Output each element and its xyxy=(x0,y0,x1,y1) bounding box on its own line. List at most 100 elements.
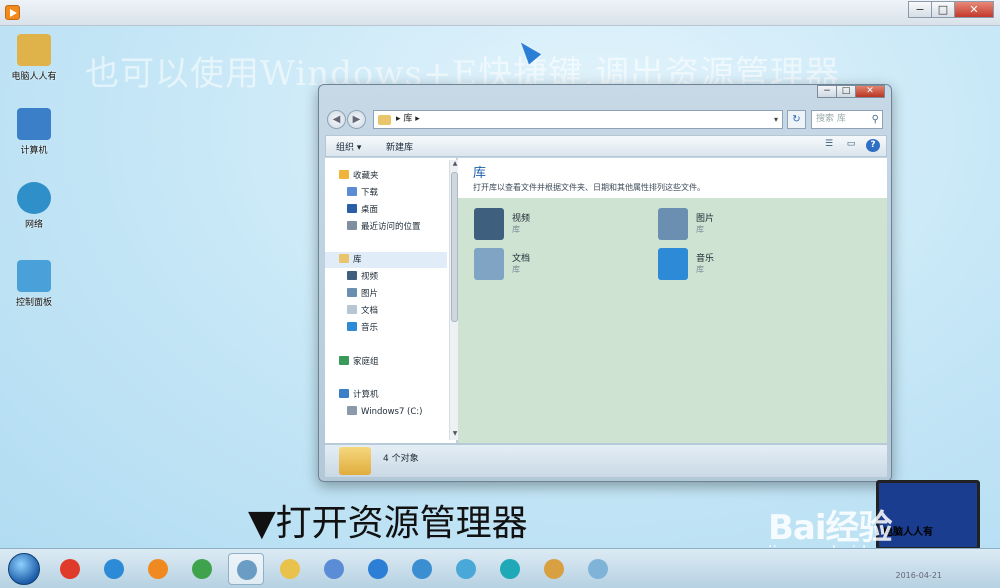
nav-label: 计算机 xyxy=(353,390,379,400)
taskbar: 2016-04-21 xyxy=(0,548,1000,588)
library-item-name: 图片 xyxy=(696,214,715,224)
nav-label: 图片 xyxy=(361,289,379,299)
chrome-icon xyxy=(192,559,212,579)
library-item-documents[interactable]: 文档 库 xyxy=(474,248,594,284)
nav-label: 下载 xyxy=(361,188,379,198)
refresh-button[interactable]: ↻ xyxy=(787,110,806,129)
picture-icon xyxy=(347,288,357,297)
ie-icon xyxy=(104,559,124,579)
taskbar-app-paint[interactable] xyxy=(536,553,572,585)
close-button[interactable]: ✕ xyxy=(954,1,994,18)
window-icon xyxy=(588,559,608,579)
nav-item-computer[interactable]: 计算机 xyxy=(339,387,459,403)
address-row: ◀ ▶ ▸ 库 ▸ ▾ ↻ 搜索 库 ⚲ xyxy=(325,109,887,131)
nav-label: 桌面 xyxy=(361,205,379,215)
music-library-icon xyxy=(658,248,688,280)
nav-item-homegroup[interactable]: 家庭组 xyxy=(339,354,459,370)
forward-button[interactable]: ▶ xyxy=(347,110,366,129)
explorer-window: − □ ✕ ◀ ▶ ▸ 库 ▸ ▾ ↻ 搜索 库 ⚲ 组织 ▾ 新建库 ☰ ▭ … xyxy=(318,84,892,482)
taskbar-app-qq-browser[interactable] xyxy=(360,553,396,585)
minimize-button[interactable]: − xyxy=(908,1,932,18)
navigation-pane: 收藏夹 下载 桌面 最近访问的位置 库 视频 图片 文档 音乐 家庭组 计算机 … xyxy=(325,158,459,443)
qq-browser-icon xyxy=(368,559,388,579)
library-icon xyxy=(339,254,349,263)
view-controls: ☰ ▭ ? xyxy=(822,139,880,152)
taskbar-app-doc[interactable] xyxy=(316,553,352,585)
computer-icon xyxy=(17,108,51,140)
details-pane: 4 个对象 xyxy=(325,445,887,477)
library-header: 库 打开库以查看文件并根据文件夹、日期和其他属性排列这些文件。 xyxy=(458,158,887,198)
organize-menu[interactable]: 组织 ▾ xyxy=(336,140,361,153)
desktop-icon-label: 计算机 xyxy=(20,146,48,156)
network-globe-icon xyxy=(17,182,51,214)
picture-library-icon xyxy=(658,208,688,240)
library-item-music[interactable]: 音乐 库 xyxy=(658,248,778,284)
document-icon xyxy=(347,305,357,314)
nav-item-libraries[interactable]: 库 xyxy=(325,252,447,268)
library-item-videos[interactable]: 视频 库 xyxy=(474,208,594,244)
star-icon xyxy=(339,170,349,179)
page-title: 库 xyxy=(473,166,487,181)
homegroup-icon xyxy=(339,356,349,365)
nav-label: 文档 xyxy=(361,306,379,316)
search-input[interactable]: 搜索 库 ⚲ xyxy=(811,110,883,129)
pinwheel-icon xyxy=(456,559,476,579)
computer-icon xyxy=(339,389,349,398)
video-icon xyxy=(347,271,357,280)
address-breadcrumb: ▸ 库 ▸ xyxy=(396,114,420,124)
start-button[interactable] xyxy=(8,553,40,585)
nav-label: 家庭组 xyxy=(353,357,379,367)
library-item-name: 文档 xyxy=(512,254,531,264)
taskbar-app-headset[interactable] xyxy=(492,553,528,585)
library-item-type: 库 xyxy=(696,225,704,234)
back-button[interactable]: ◀ xyxy=(327,110,346,129)
library-item-type: 库 xyxy=(512,225,520,234)
media-icon xyxy=(148,559,168,579)
explorer-close-button[interactable]: ✕ xyxy=(855,85,885,98)
taskbar-app-folder[interactable] xyxy=(272,553,308,585)
object-count: 4 个对象 xyxy=(383,454,419,464)
maximize-button[interactable]: □ xyxy=(931,1,955,18)
taskbar-app-pinwheel[interactable] xyxy=(448,553,484,585)
taskbar-app-window[interactable] xyxy=(580,553,616,585)
desktop-icon-network[interactable]: 网络 xyxy=(8,182,60,230)
desktop-icon-computer[interactable]: 计算机 xyxy=(8,108,60,156)
preview-pane-icon[interactable]: ▭ xyxy=(844,139,858,152)
desktop-icon xyxy=(347,204,357,213)
nav-label: 最近访问的位置 xyxy=(361,222,421,232)
new-library-button[interactable]: 新建库 xyxy=(386,140,413,153)
library-folder-large-icon xyxy=(339,447,371,475)
music-note-icon xyxy=(347,322,357,331)
headset-icon xyxy=(500,559,520,579)
explorer-minimize-button[interactable]: − xyxy=(817,85,837,98)
address-bar[interactable]: ▸ 库 ▸ ▾ xyxy=(373,110,783,129)
taskbar-app-chrome[interactable] xyxy=(184,553,220,585)
taskbar-app-jiang[interactable] xyxy=(52,553,88,585)
scroll-thumb[interactable] xyxy=(451,172,458,322)
desktop-icon-label: 网络 xyxy=(24,220,43,230)
address-dropdown-icon[interactable]: ▾ xyxy=(774,111,778,128)
taskbar-app-ie[interactable] xyxy=(96,553,132,585)
library-folder-icon xyxy=(378,115,391,125)
desktop-icon-control-panel[interactable]: 控制面板 xyxy=(8,260,60,308)
taskbar-app-remote[interactable] xyxy=(404,553,440,585)
taskbar-app-explorer[interactable] xyxy=(228,553,264,585)
desktop-icon-user[interactable]: 电脑人人有 xyxy=(8,34,60,82)
search-icon: ⚲ xyxy=(871,114,879,125)
library-item-pictures[interactable]: 图片 库 xyxy=(658,208,778,244)
document-library-icon xyxy=(474,248,504,280)
desktop-icon-label: 电脑人人有 xyxy=(11,72,57,82)
library-item-type: 库 xyxy=(696,265,704,274)
tutorial-caption: ▼打开资源管理器 xyxy=(248,503,528,544)
recent-places-icon xyxy=(347,221,357,230)
nav-item-favorites[interactable]: 收藏夹 xyxy=(339,168,459,184)
explorer-maximize-button[interactable]: □ xyxy=(836,85,856,98)
library-item-name: 音乐 xyxy=(696,254,715,264)
help-icon[interactable]: ? xyxy=(866,139,880,152)
view-options-icon[interactable]: ☰ xyxy=(822,139,836,152)
video-library-icon xyxy=(474,208,504,240)
command-bar: 组织 ▾ 新建库 ☰ ▭ ? xyxy=(325,135,887,157)
taskbar-app-media[interactable] xyxy=(140,553,176,585)
control-panel-icon xyxy=(17,260,51,292)
library-content: 库 打开库以查看文件并根据文件夹、日期和其他属性排列这些文件。 视频 库 图片 … xyxy=(458,158,887,443)
